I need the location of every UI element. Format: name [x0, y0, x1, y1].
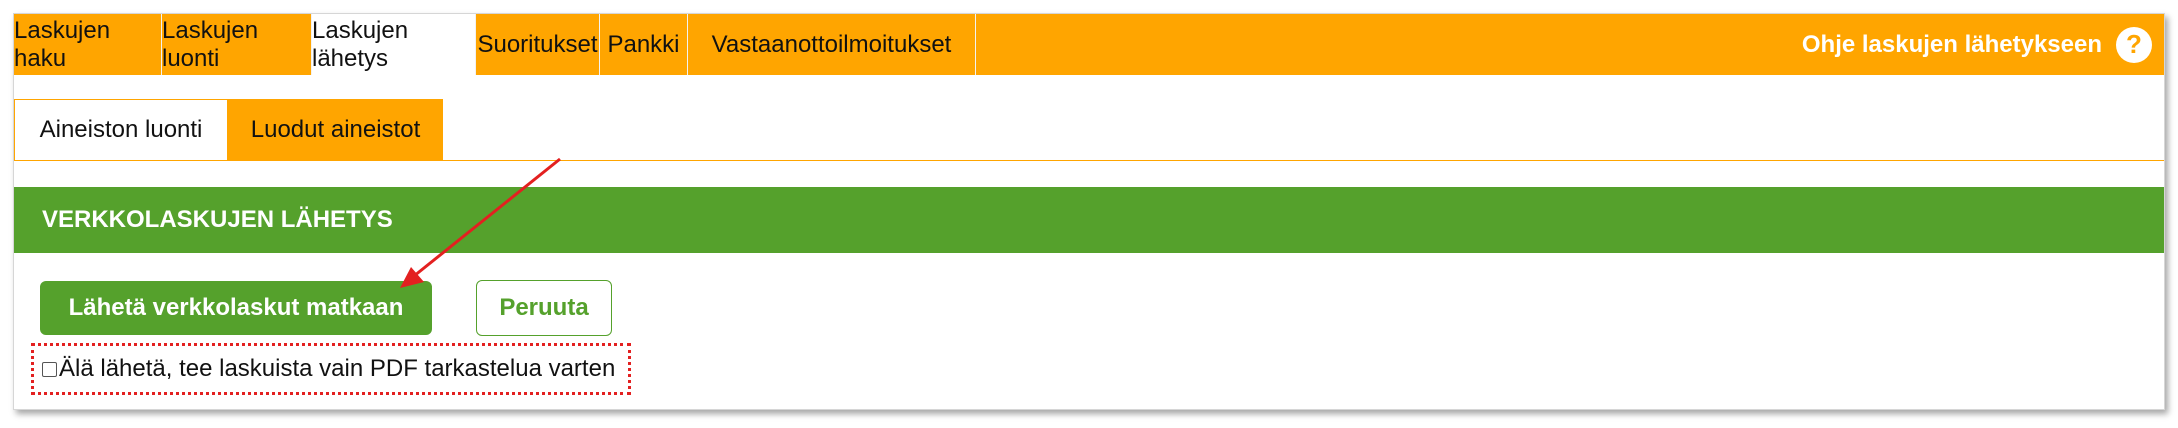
sub-navigation: Aineiston luonti Luodut aineistot	[14, 99, 2164, 161]
tab-laskujen-luonti[interactable]: Laskujen luonti	[162, 14, 312, 75]
section-header: VERKKOLASKUJEN LÄHETYS	[14, 187, 2164, 253]
tab-laskujen-lahetys[interactable]: Laskujen lähetys	[312, 14, 476, 75]
question-circle-icon[interactable]: ?	[2116, 26, 2152, 63]
tab-suoritukset[interactable]: Suoritukset	[476, 14, 600, 75]
help-link[interactable]: Ohje laskujen lähetykseen ?	[1802, 14, 2152, 75]
pdf-only-checkbox[interactable]	[42, 361, 57, 377]
tab-pankki[interactable]: Pankki	[600, 14, 688, 75]
send-e-invoices-button[interactable]: Lähetä verkkolaskut matkaan	[40, 281, 432, 335]
top-navigation: Laskujen haku Laskujen luonti Laskujen l…	[14, 14, 2164, 75]
tab-laskujen-haku[interactable]: Laskujen haku	[14, 14, 162, 75]
subtab-luodut-aineistot[interactable]: Luodut aineistot	[228, 99, 443, 160]
pdf-only-option: Älä lähetä, tee laskuista vain PDF tarka…	[31, 343, 631, 395]
tab-vastaanottoilmoitukset[interactable]: Vastaanottoilmoitukset	[688, 14, 976, 75]
app-frame: Laskujen haku Laskujen luonti Laskujen l…	[13, 13, 2165, 410]
help-link-label: Ohje laskujen lähetykseen	[1801, 30, 2102, 58]
subtab-aineiston-luonti[interactable]: Aineiston luonti	[14, 99, 228, 160]
cancel-button[interactable]: Peruuta	[476, 280, 612, 336]
pdf-only-label[interactable]: Älä lähetä, tee laskuista vain PDF tarka…	[59, 355, 615, 383]
